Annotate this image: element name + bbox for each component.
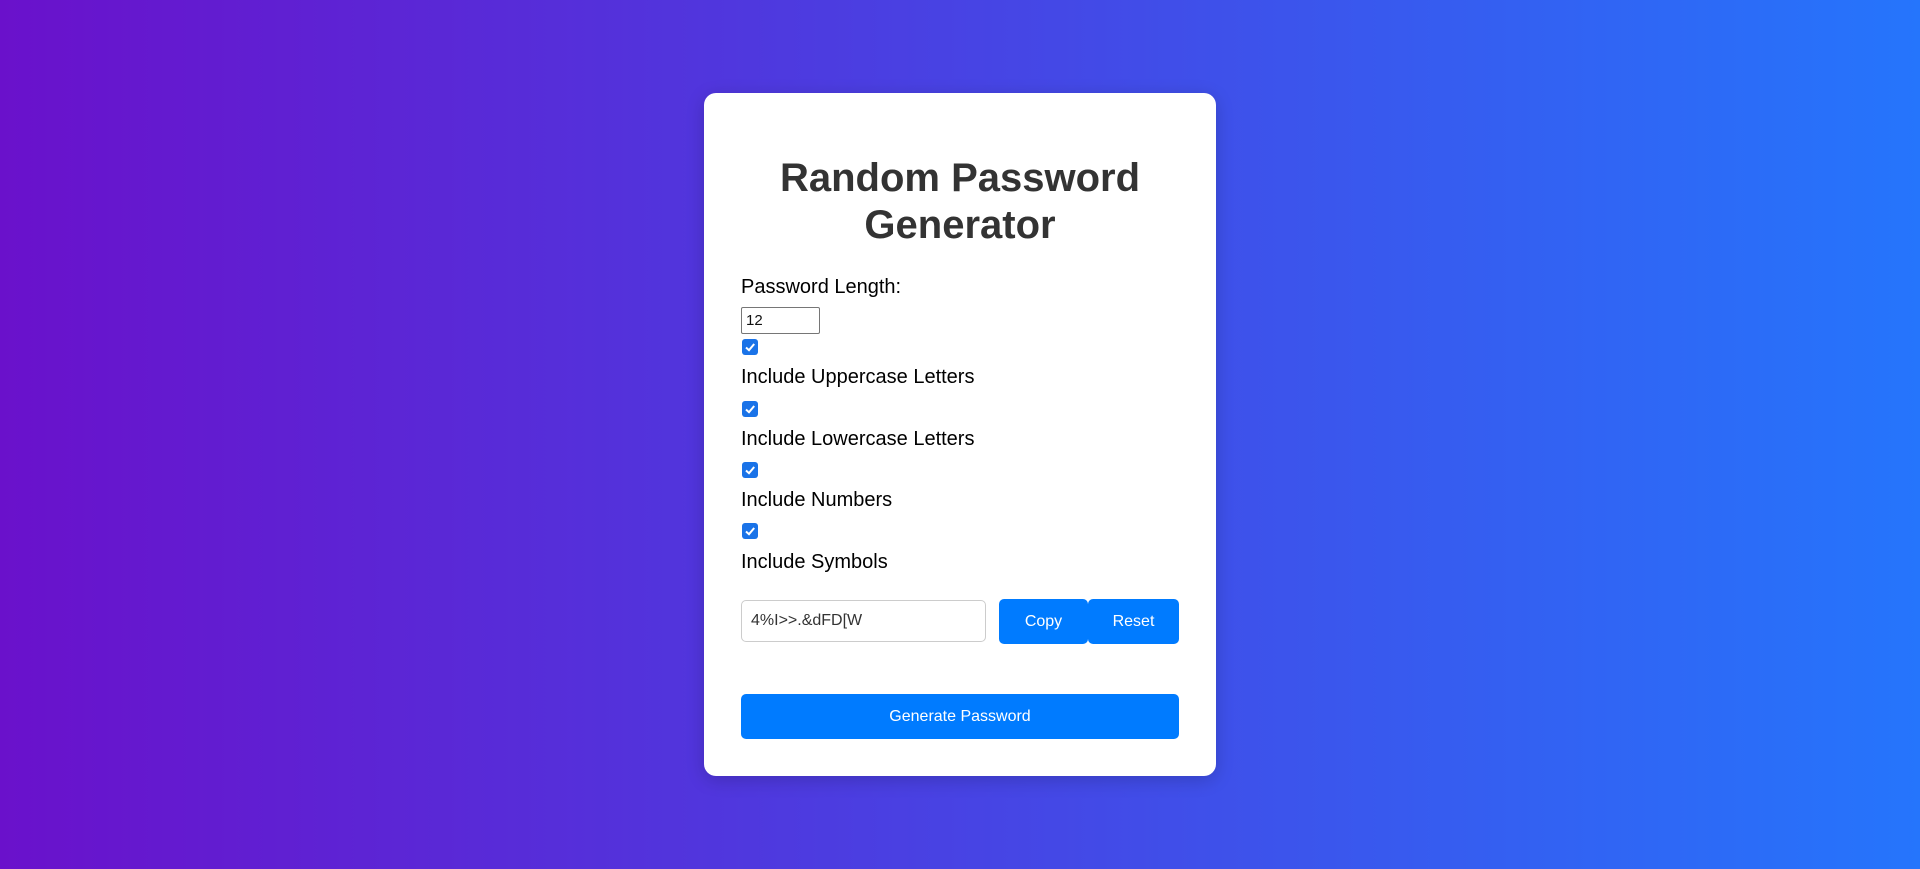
symbols-label: Include Symbols bbox=[741, 551, 888, 573]
checkmark-icon bbox=[745, 466, 755, 475]
numbers-checkbox[interactable] bbox=[742, 462, 758, 478]
page-title: Random Password Generator bbox=[779, 156, 1141, 247]
checkmark-icon bbox=[745, 405, 755, 414]
password-generator-card: Random Password Generator Password Lengt… bbox=[704, 93, 1216, 776]
checkmark-icon bbox=[745, 527, 755, 536]
generate-password-button[interactable]: Generate Password bbox=[741, 694, 1179, 739]
uppercase-label: Include Uppercase Letters bbox=[741, 366, 975, 388]
lowercase-checkbox[interactable] bbox=[742, 401, 758, 417]
lowercase-label: Include Lowercase Letters bbox=[741, 428, 975, 450]
checkmark-icon bbox=[745, 343, 755, 352]
symbols-checkbox[interactable] bbox=[742, 523, 758, 539]
password-length-label: Password Length: bbox=[741, 276, 902, 298]
numbers-label: Include Numbers bbox=[741, 489, 893, 511]
reset-button[interactable]: Reset bbox=[1088, 599, 1179, 644]
uppercase-checkbox[interactable] bbox=[742, 339, 758, 355]
password-length-input[interactable] bbox=[741, 307, 820, 334]
password-output-field[interactable] bbox=[741, 600, 986, 642]
copy-button[interactable]: Copy bbox=[999, 599, 1088, 644]
